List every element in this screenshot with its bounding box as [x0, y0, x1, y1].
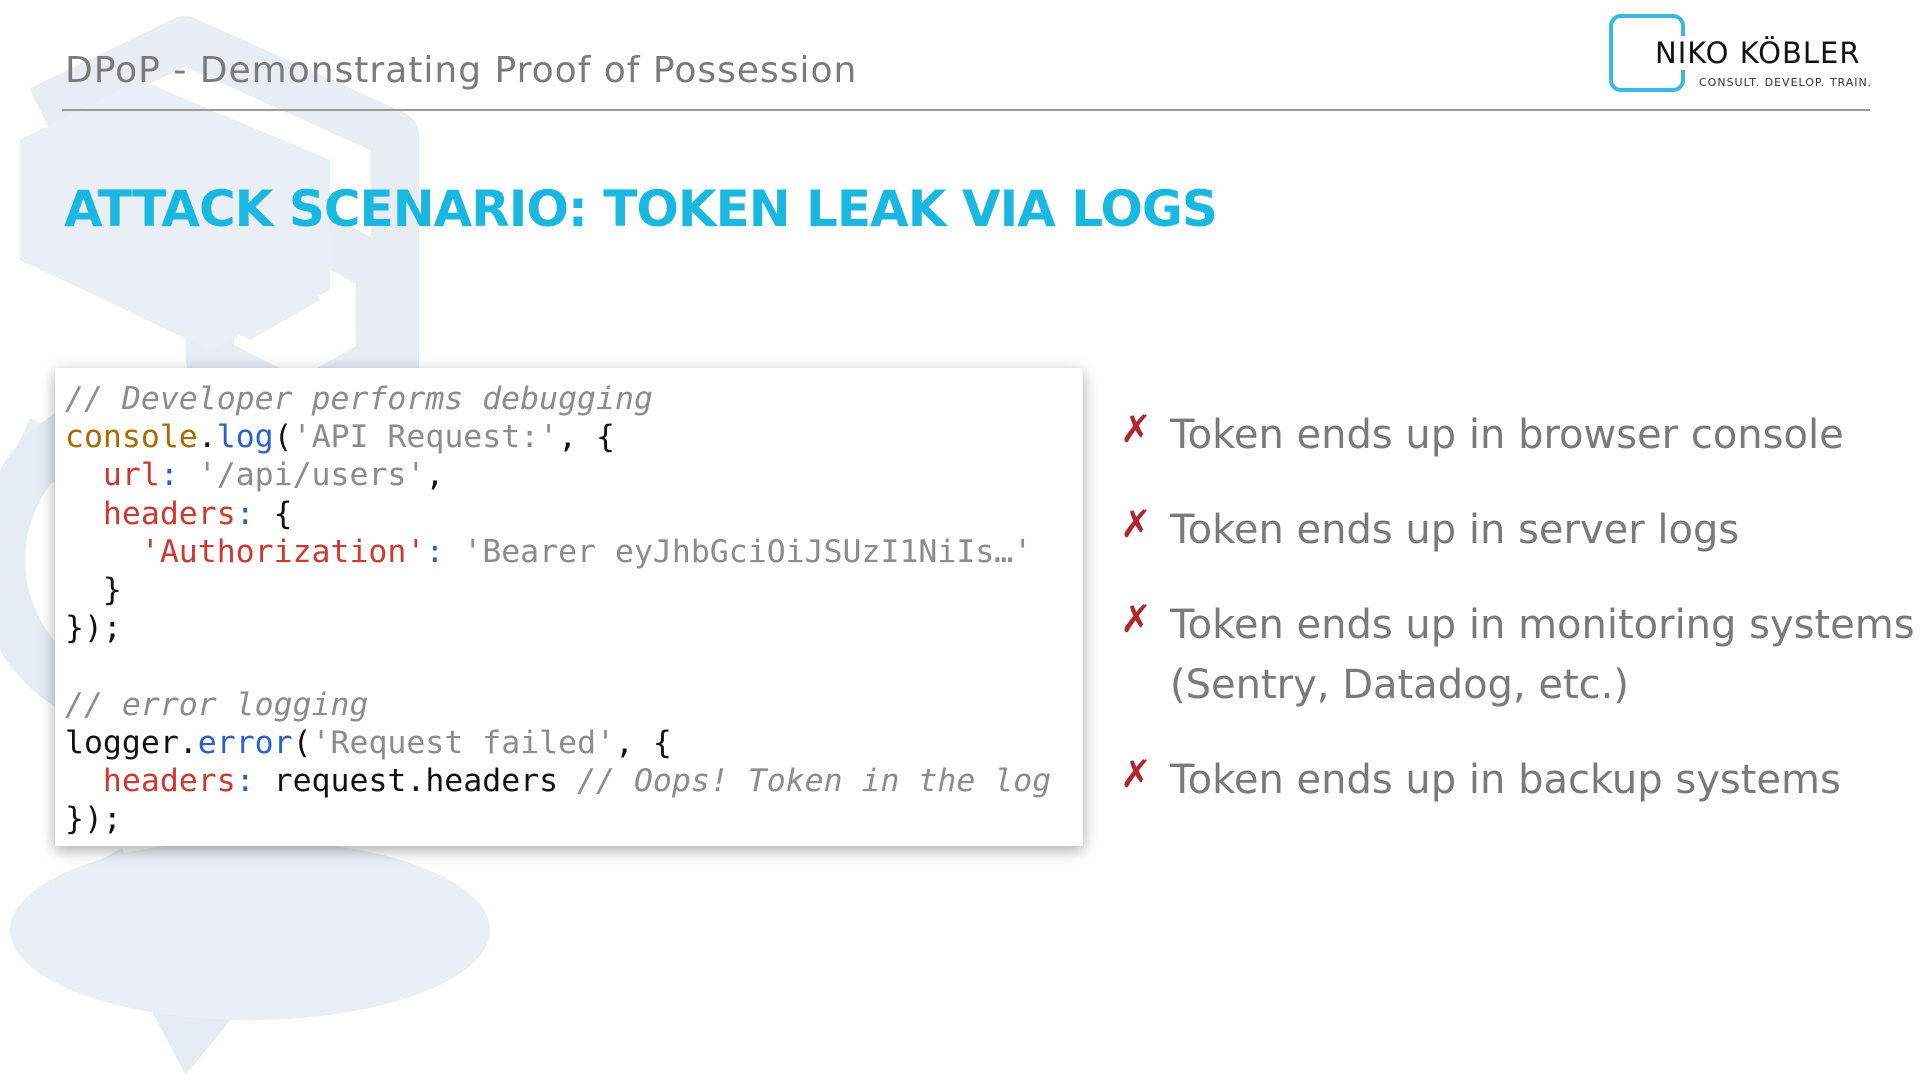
code-colon: :	[425, 533, 445, 570]
code-line: }	[65, 571, 1083, 609]
bullet-text: Token ends up in browser console	[1170, 412, 1844, 458]
code-plain: request.headers	[254, 762, 578, 799]
cross-mark-icon: ✗	[1120, 407, 1152, 451]
code-object: console	[65, 419, 198, 456]
code-line: logger.error('Request failed', {	[65, 724, 1083, 762]
bullet-text: Token ends up in backup systems	[1170, 757, 1841, 803]
bullet-text: Token ends up in monitoring systems	[1170, 602, 1915, 648]
code-line: url: '/api/users',	[65, 456, 1083, 494]
code-string: 'API Request:'	[292, 419, 559, 456]
code-colon: :	[235, 762, 255, 799]
code-string: 'Bearer eyJhbGciOiJSUzI1NiIs…'	[444, 533, 1033, 570]
code-object: logger	[65, 724, 179, 761]
code-line: // Developer performs debugging	[65, 380, 1083, 418]
code-comment: // Developer performs debugging	[65, 381, 653, 417]
code-punct: .	[178, 724, 198, 761]
cross-mark-icon: ✗	[1120, 752, 1152, 796]
code-punct: }	[65, 571, 122, 608]
code-key: url	[65, 457, 160, 494]
code-punct: ,	[425, 457, 445, 494]
code-punct: (	[292, 724, 312, 761]
code-colon: :	[235, 495, 255, 532]
code-line: headers: request.headers // Oops! Token …	[65, 762, 1083, 800]
code-punct: (	[273, 419, 293, 456]
code-key: headers	[65, 762, 236, 799]
code-colon: :	[159, 457, 179, 494]
code-block: // Developer performs debugging console.…	[55, 368, 1083, 846]
bullet-text: Token ends up in server logs	[1170, 507, 1740, 553]
code-comment: // error logging	[65, 686, 369, 723]
code-function: log	[216, 419, 274, 456]
logo-name: NIKO KÖBLER	[1649, 36, 1865, 70]
code-line: });	[65, 800, 1083, 838]
code-punct: });	[65, 610, 122, 647]
code-punct: });	[65, 801, 122, 838]
cross-mark-icon: ✗	[1120, 502, 1152, 546]
logo-tagline: CONSULT. DEVELOP. TRAIN.	[1699, 76, 1873, 89]
code-line: // error logging	[65, 686, 1083, 724]
code-string: 'Request failed'	[311, 724, 615, 761]
code-line: console.log('API Request:', {	[65, 418, 1083, 456]
cross-mark-icon: ✗	[1120, 597, 1152, 641]
header-divider	[62, 109, 1870, 111]
code-punct: , {	[558, 419, 616, 456]
code-punct: .	[197, 419, 217, 456]
code-key: headers	[65, 495, 236, 532]
code-line: 'Authorization': 'Bearer eyJhbGciOiJSUzI…	[65, 533, 1083, 571]
code-string: '/api/users'	[178, 457, 426, 494]
bullet-text-continuation: (Sentry, Datadog, etc.)	[1170, 662, 1629, 708]
code-function: error	[197, 724, 293, 761]
code-line: });	[65, 609, 1083, 647]
code-key: 'Authorization'	[65, 533, 426, 570]
code-punct: , {	[615, 724, 672, 761]
code-line: headers: {	[65, 495, 1083, 533]
slide-heading: ATTACK SCENARIO: TOKEN LEAK VIA LOGS	[64, 180, 1218, 238]
logo: NIKO KÖBLER CONSULT. DEVELOP. TRAIN.	[1609, 14, 1871, 96]
presentation-title: DPoP - Demonstrating Proof of Possession	[65, 50, 858, 91]
code-comment: // Oops! Token in the log	[577, 762, 1052, 799]
code-punct: {	[254, 495, 293, 532]
slide: DPoP - Demonstrating Proof of Possession…	[0, 0, 1920, 1080]
